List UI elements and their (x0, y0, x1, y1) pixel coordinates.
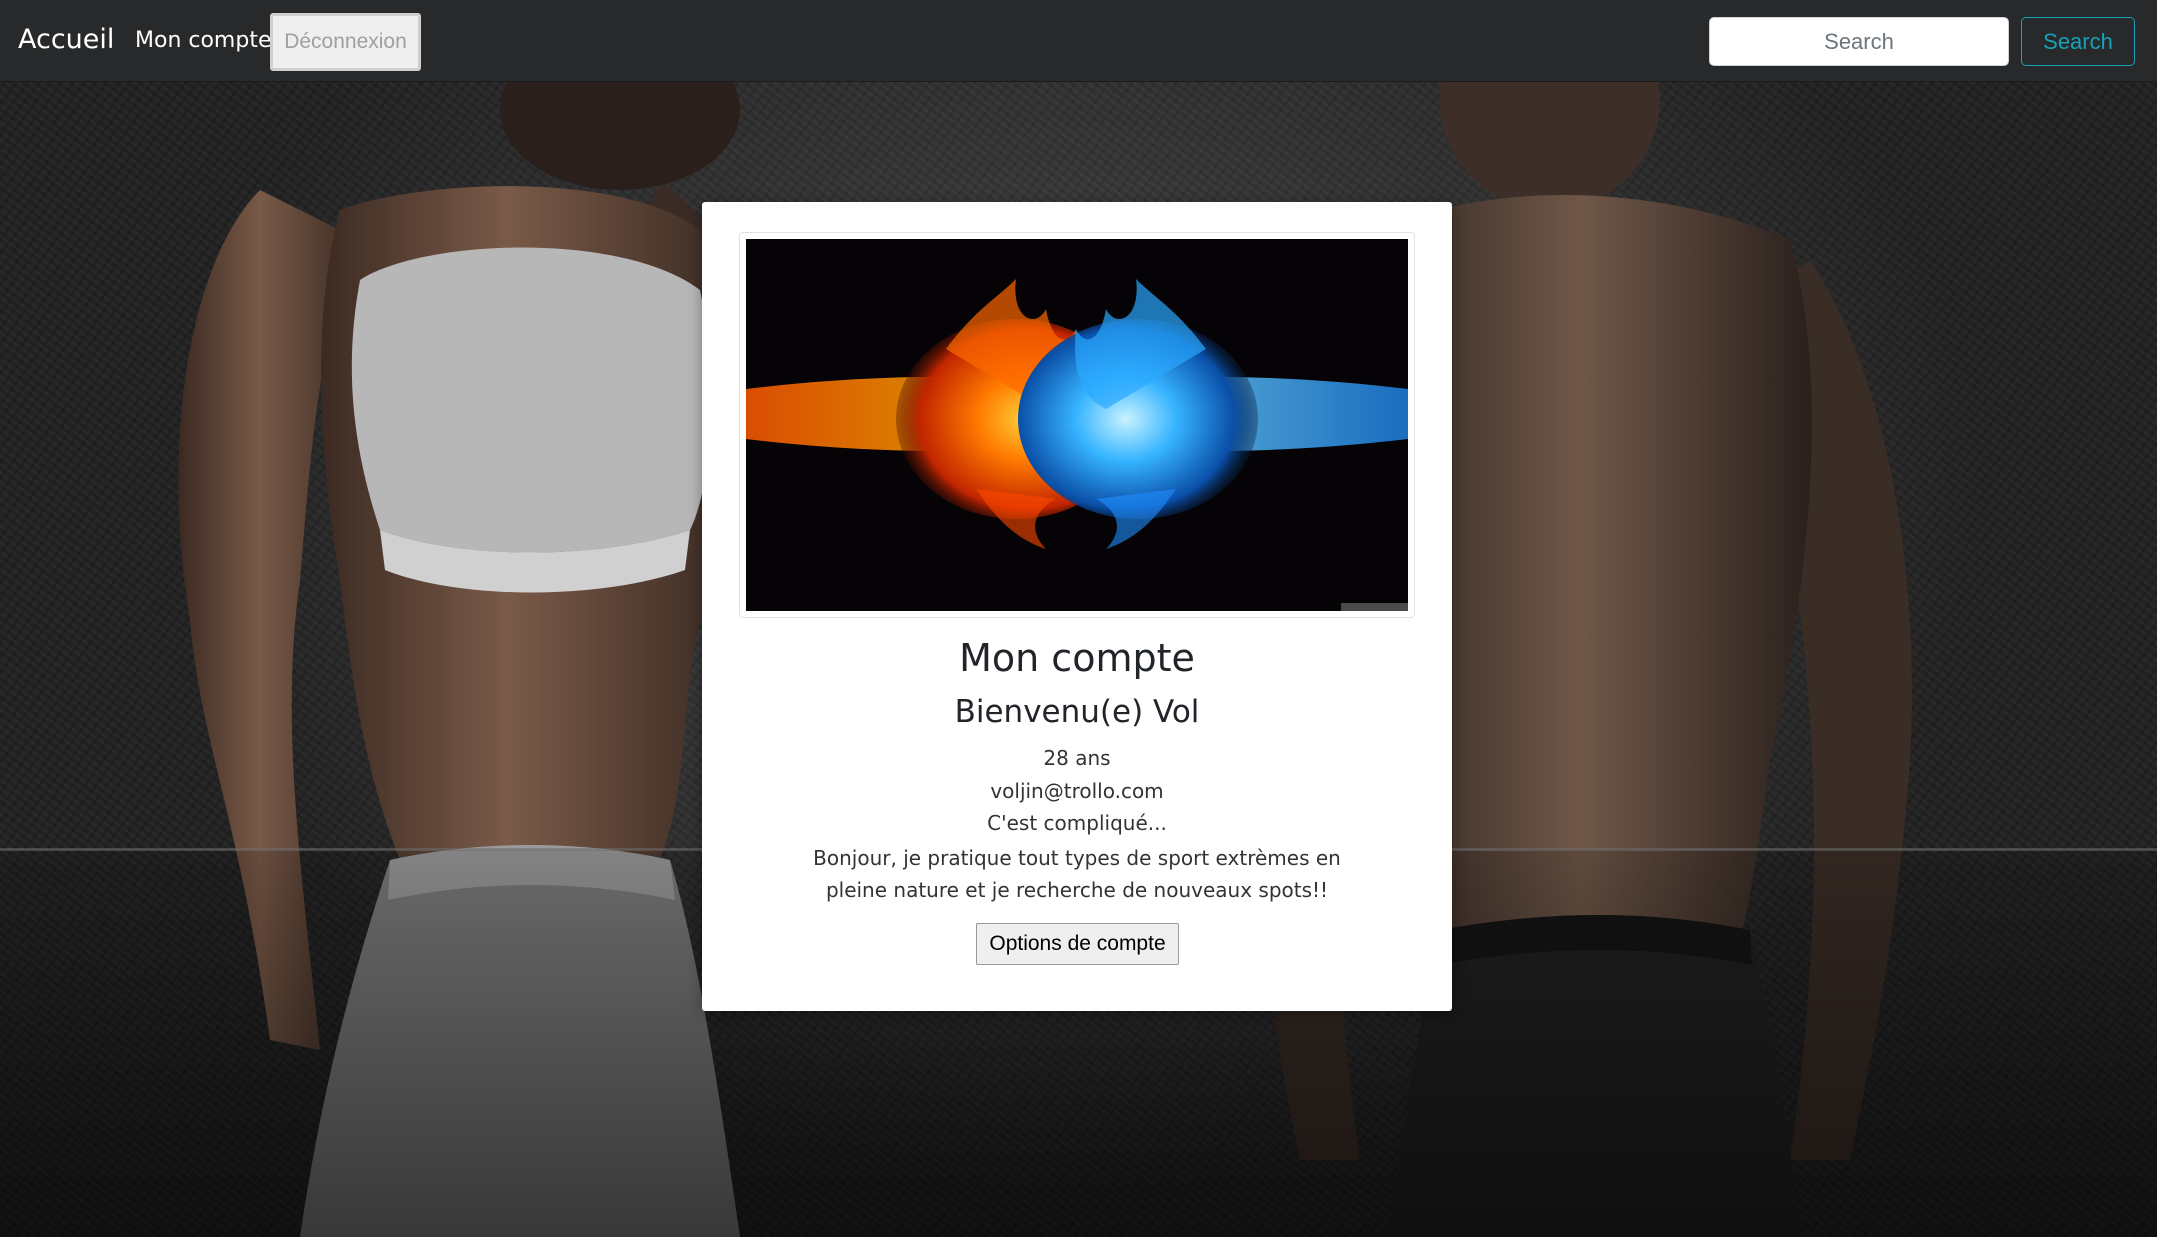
search-input[interactable] (1709, 17, 2009, 66)
user-bio: Bonjour, je pratique tout types de sport… (813, 846, 1341, 902)
user-age: 28 ans (1043, 746, 1111, 770)
fire-ice-fists-image (746, 239, 1408, 611)
top-navbar: Accueil Mon compte Déconnexion Search (0, 0, 2157, 82)
brand-link[interactable]: Accueil (18, 24, 114, 55)
logout-button[interactable]: Déconnexion (270, 13, 421, 71)
profile-banner (739, 232, 1415, 618)
welcome-heading: Bienvenu(e) Vol (954, 694, 1200, 730)
user-email: voljin@trollo.com (990, 779, 1164, 803)
nav-account-link[interactable]: Mon compte (135, 28, 272, 53)
page-title: Mon compte (959, 636, 1195, 680)
account-options-button[interactable]: Options de compte (976, 923, 1179, 965)
fists-illustration (746, 239, 1408, 611)
profile-card: Mon compte Bienvenu(e) Vol 28 ans voljin… (702, 202, 1452, 1011)
relationship-status: C'est compliqué... (987, 811, 1167, 835)
search-button[interactable]: Search (2021, 17, 2135, 66)
